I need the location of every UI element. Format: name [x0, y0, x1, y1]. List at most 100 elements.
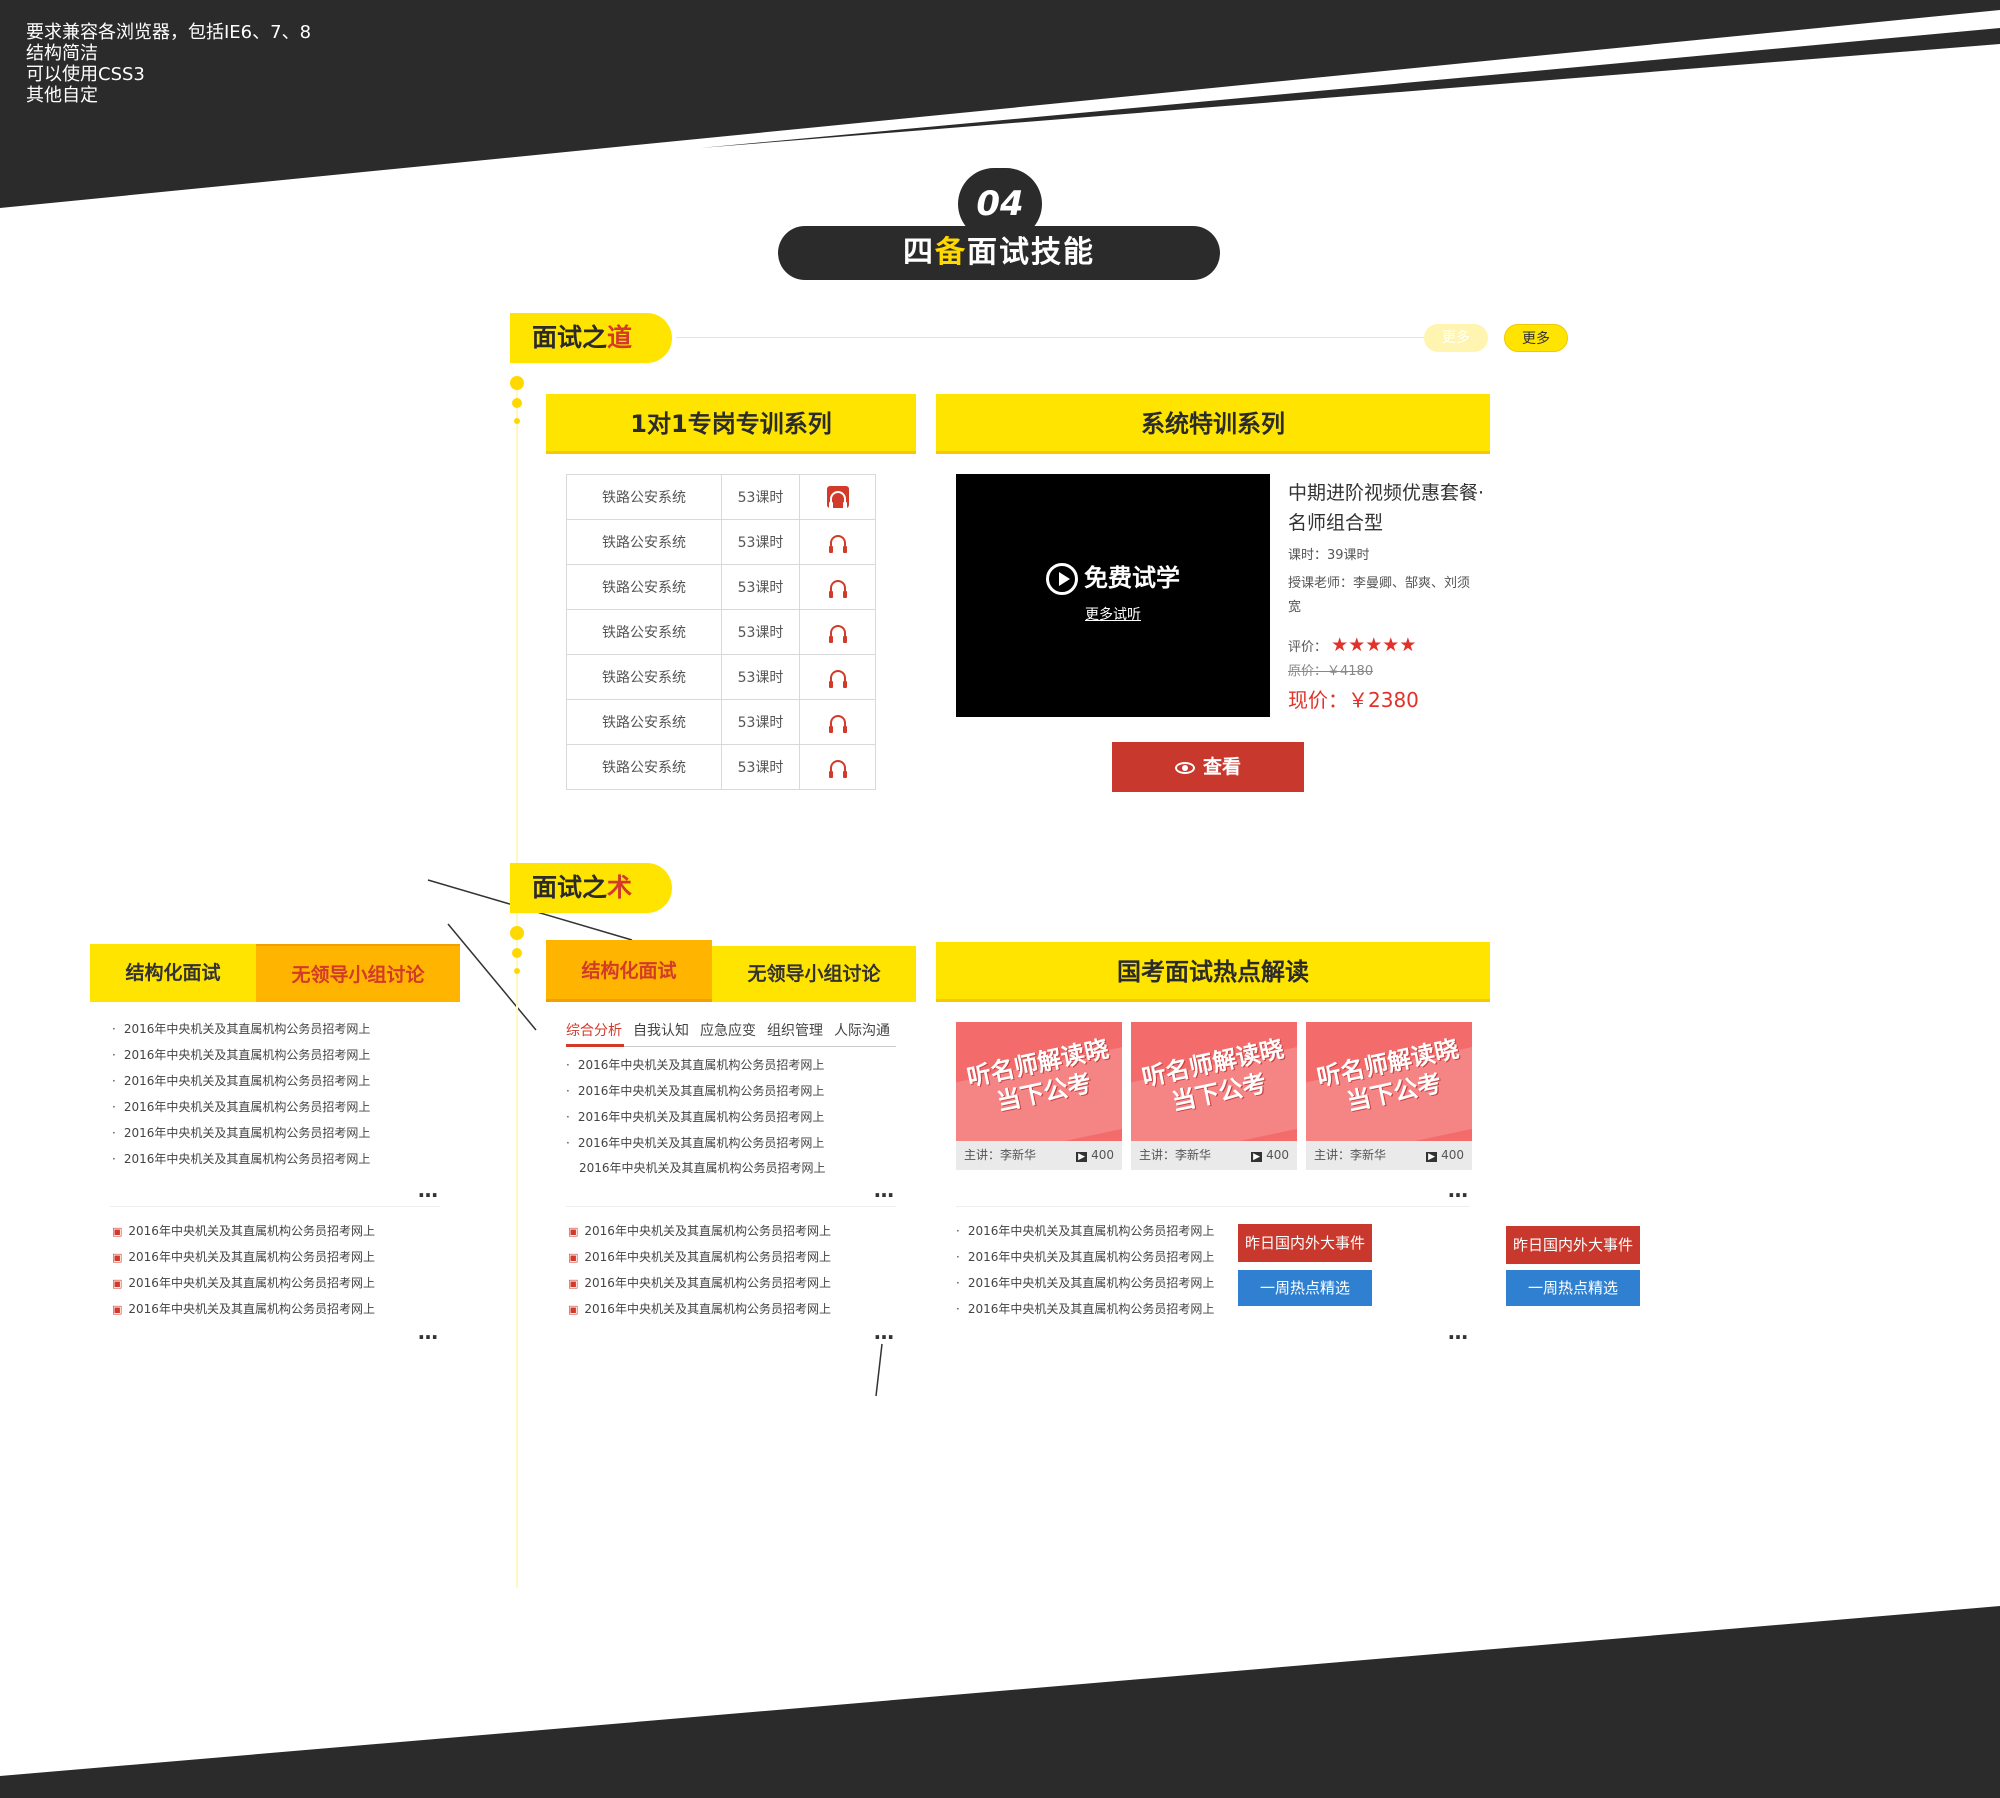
- list-item[interactable]: 2016年中央机关及其直属机构公务员招考网上: [568, 1296, 831, 1322]
- subtab-management[interactable]: 组织管理: [767, 1023, 823, 1039]
- list-item[interactable]: 2016年中央机关及其直属机构公务员招考网上: [112, 1094, 371, 1120]
- headphone-icon[interactable]: [828, 715, 847, 733]
- table-row[interactable]: 铁路公安系统 53课时: [566, 699, 876, 745]
- headphone-icon[interactable]: [828, 625, 847, 643]
- section-tag-shu: 面试之术: [510, 863, 672, 913]
- note-line: 结构简洁: [26, 43, 98, 64]
- more-dots[interactable]: …: [1448, 1320, 1469, 1344]
- play-icon[interactable]: [1046, 563, 1078, 595]
- tab-structured-interview[interactable]: 结构化面试: [90, 944, 256, 1002]
- list-item[interactable]: 2016年中央机关及其直属机构公务员招考网上: [112, 1218, 375, 1244]
- subtab-communication[interactable]: 人际沟通: [834, 1023, 890, 1039]
- more-dots[interactable]: …: [874, 1178, 895, 1202]
- list-item[interactable]: 2016年中央机关及其直属机构公务员招考网上: [112, 1146, 371, 1172]
- more-dots[interactable]: …: [1448, 1178, 1469, 1202]
- daily-news-button[interactable]: 昨日国内外大事件: [1238, 1224, 1372, 1262]
- list-item[interactable]: 2016年中央机关及其直属机构公务员招考网上: [112, 1042, 371, 1068]
- daily-news-button-alt[interactable]: 昨日国内外大事件: [1506, 1226, 1640, 1264]
- subtab-analysis[interactable]: 综合分析: [566, 1023, 622, 1039]
- table-row[interactable]: 铁路公安系统 53课时: [566, 564, 876, 610]
- more-dots[interactable]: …: [418, 1178, 439, 1202]
- table-row[interactable]: 铁路公安系统 53课时: [566, 474, 876, 520]
- more-dots[interactable]: …: [418, 1320, 439, 1344]
- lecture-card[interactable]: 听名师解读晓当下公考主讲：李新华 400: [1306, 1022, 1472, 1170]
- list-item[interactable]: 2016年中央机关及其直属机构公务员招考网上: [568, 1270, 831, 1296]
- tab-structured-interview[interactable]: 结构化面试: [546, 940, 712, 1002]
- audio-cell[interactable]: [799, 474, 876, 520]
- tab-group-discussion[interactable]: 无领导小组讨论: [256, 944, 460, 1002]
- audio-cell[interactable]: [799, 654, 876, 700]
- more-trial-link[interactable]: 更多试听: [956, 604, 1270, 624]
- card-thumbnail[interactable]: 听名师解读晓当下公考: [956, 1022, 1122, 1141]
- weekly-hot-button[interactable]: 一周热点精选: [1238, 1270, 1372, 1306]
- table-row[interactable]: 铁路公安系统 53课时: [566, 519, 876, 565]
- card-thumbnail[interactable]: 听名师解读晓当下公考: [1306, 1022, 1472, 1141]
- note-line: 其他自定: [26, 85, 98, 106]
- more-button[interactable]: 更多: [1504, 324, 1568, 352]
- lecture-card[interactable]: 听名师解读晓当下公考主讲：李新华 400: [956, 1022, 1122, 1170]
- table-row[interactable]: 铁路公安系统 53课时: [566, 609, 876, 655]
- course-name: 铁路公安系统: [566, 519, 722, 565]
- list-item[interactable]: 2016年中央机关及其直属机构公务员招考网上: [579, 1155, 826, 1181]
- course-hours: 53课时: [721, 654, 800, 700]
- list-item[interactable]: 2016年中央机关及其直属机构公务员招考网上: [956, 1218, 1215, 1244]
- audio-cell[interactable]: [799, 609, 876, 655]
- headphone-icon[interactable]: [828, 580, 847, 598]
- list-item[interactable]: 2016年中央机关及其直属机构公务员招考网上: [566, 1130, 825, 1156]
- table-row[interactable]: 铁路公安系统 53课时: [566, 654, 876, 700]
- list-item[interactable]: 2016年中央机关及其直属机构公务员招考网上: [956, 1244, 1215, 1270]
- headphone-icon[interactable]: [828, 535, 847, 553]
- original-price: 原价：￥4180: [1288, 664, 1374, 679]
- card-host: 主讲：李新华: [964, 1148, 1037, 1162]
- headphone-icon[interactable]: [828, 760, 847, 778]
- rating-label: 评价：: [1288, 640, 1328, 655]
- card-footer: 主讲：李新华 400: [1306, 1141, 1472, 1170]
- audio-cell[interactable]: [799, 519, 876, 565]
- list-item[interactable]: 2016年中央机关及其直属机构公务员招考网上: [566, 1078, 825, 1104]
- lecture-card[interactable]: 听名师解读晓当下公考主讲：李新华 400: [1131, 1022, 1297, 1170]
- list-item[interactable]: 2016年中央机关及其直属机构公务员招考网上: [568, 1244, 831, 1270]
- list-item[interactable]: 2016年中央机关及其直属机构公务员招考网上: [566, 1052, 825, 1078]
- free-trial-text: 免费试学: [1084, 564, 1180, 592]
- more-button-ghost[interactable]: 更多: [1424, 324, 1488, 352]
- list-item[interactable]: 2016年中央机关及其直属机构公务员招考网上: [112, 1244, 375, 1270]
- section-title-part: 面试技能: [967, 235, 1095, 270]
- course-table: 铁路公安系统 53课时 铁路公安系统 53课时 铁路公安系统 53课时 铁路公安系统 53课时…: [566, 474, 876, 790]
- view-button[interactable]: 查看: [1112, 742, 1304, 792]
- list-item[interactable]: 2016年中央机关及其直属机构公务员招考网上: [112, 1068, 371, 1094]
- news-list: 2016年中央机关及其直属机构公务员招考网上2016年中央机关及其直属机构公务员…: [566, 1052, 825, 1156]
- list-item[interactable]: 2016年中央机关及其直属机构公务员招考网上: [112, 1296, 375, 1322]
- list-item[interactable]: 2016年中央机关及其直属机构公务员招考网上: [112, 1016, 371, 1042]
- table-row[interactable]: 铁路公安系统 53课时: [566, 744, 876, 790]
- subtab-emergency[interactable]: 应急应变: [700, 1023, 756, 1039]
- free-trial-label[interactable]: 免费试学: [956, 558, 1270, 595]
- timeline-line: [516, 378, 518, 1588]
- list-item[interactable]: 2016年中央机关及其直属机构公务员招考网上: [566, 1104, 825, 1130]
- subtab-self[interactable]: 自我认知: [633, 1023, 689, 1039]
- video-player[interactable]: 免费试学 更多试听: [956, 474, 1270, 717]
- list-separator: [956, 1206, 1470, 1207]
- headphone-icon[interactable]: [828, 670, 847, 688]
- view-button-label: 查看: [1202, 756, 1241, 778]
- timeline-dot: [512, 398, 522, 408]
- weekly-hot-button-alt[interactable]: 一周热点精选: [1506, 1270, 1640, 1306]
- more-dots[interactable]: …: [874, 1320, 895, 1344]
- card-thumbnail[interactable]: 听名师解读晓当下公考: [1131, 1022, 1297, 1141]
- star-icon: ★: [1382, 634, 1400, 656]
- current-price: 现价：￥2380: [1288, 688, 1419, 712]
- section-title-part: 四: [903, 235, 935, 270]
- list-item[interactable]: 2016年中央机关及其直属机构公务员招考网上: [956, 1270, 1215, 1296]
- card-host: 主讲：李新华: [1139, 1148, 1212, 1162]
- list-item[interactable]: 2016年中央机关及其直属机构公务员招考网上: [112, 1270, 375, 1296]
- list-item[interactable]: 2016年中央机关及其直属机构公务员招考网上: [568, 1218, 831, 1244]
- tab-group-discussion[interactable]: 无领导小组讨论: [712, 946, 916, 1002]
- timeline-dot: [510, 376, 524, 390]
- headphone-icon[interactable]: [826, 486, 849, 509]
- audio-cell[interactable]: [799, 744, 876, 790]
- list-item[interactable]: 2016年中央机关及其直属机构公务员招考网上: [956, 1296, 1215, 1322]
- section-title: 四备面试技能: [778, 226, 1220, 280]
- audio-cell[interactable]: [799, 564, 876, 610]
- list-item[interactable]: 2016年中央机关及其直属机构公务员招考网上: [112, 1120, 371, 1146]
- course-hours: 53课时: [721, 744, 800, 790]
- audio-cell[interactable]: [799, 699, 876, 745]
